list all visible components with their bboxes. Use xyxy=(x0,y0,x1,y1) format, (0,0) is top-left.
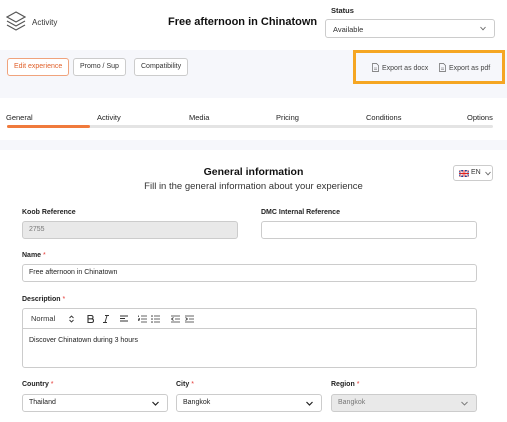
section-title: General information xyxy=(203,166,304,178)
required-marker: * xyxy=(356,381,360,388)
edit-experience-button[interactable]: Edit experience xyxy=(7,58,70,76)
bold-icon[interactable] xyxy=(87,315,94,323)
bullet-list-icon[interactable] xyxy=(151,315,160,323)
format-select[interactable]: Normal xyxy=(31,314,55,323)
chevron-down-icon xyxy=(461,401,468,406)
region-select: Bangkok xyxy=(331,394,477,412)
app-name: Activity xyxy=(32,18,58,27)
separator-band xyxy=(0,140,507,150)
tab-activity[interactable]: Activity xyxy=(97,113,121,122)
underline-icon[interactable] xyxy=(120,315,128,323)
tab-options[interactable]: Options xyxy=(467,113,493,122)
tab-general[interactable]: General xyxy=(6,113,33,122)
export-pdf-label: Export as pdf xyxy=(449,65,491,72)
name-label-text: Name xyxy=(22,252,42,259)
country-label-text: Country xyxy=(22,381,49,388)
ordered-list-icon[interactable] xyxy=(138,315,147,323)
required-marker: * xyxy=(191,381,194,388)
status-value: Available xyxy=(333,25,364,34)
region-label-text: Region xyxy=(331,381,355,388)
required-marker: * xyxy=(43,252,46,259)
rich-text-toolbar: Normal xyxy=(22,308,477,328)
promo-sup-button[interactable]: Promo / Sup xyxy=(73,58,126,76)
dmc-reference-label: DMC Internal Reference xyxy=(261,209,340,216)
italic-icon[interactable] xyxy=(103,315,109,323)
dmc-reference-input[interactable] xyxy=(261,221,477,239)
status-label: Status xyxy=(331,6,354,15)
outdent-icon[interactable] xyxy=(171,315,180,323)
language-code: EN xyxy=(471,169,481,176)
indent-icon[interactable] xyxy=(185,315,194,323)
koob-reference-input: 2755 xyxy=(22,221,238,239)
language-select[interactable]: EN xyxy=(453,165,493,181)
document-icon xyxy=(372,63,379,72)
description-label-text: Description xyxy=(22,296,61,303)
export-docx-label: Export as docx xyxy=(382,65,429,72)
region-label: Region * xyxy=(331,381,359,388)
description-editor[interactable]: Discover Chinatown during 3 hours xyxy=(22,328,477,368)
compatibility-button[interactable]: Compatibility xyxy=(134,58,189,76)
tab-pricing[interactable]: Pricing xyxy=(276,113,299,122)
city-select[interactable]: Bangkok xyxy=(176,394,322,412)
city-label-text: City xyxy=(176,381,190,388)
required-marker: * xyxy=(50,381,54,388)
chevron-down-icon xyxy=(480,26,486,31)
country-value: Thailand xyxy=(29,399,56,406)
description-text: Discover Chinatown during 3 hours xyxy=(29,337,138,344)
city-value: Bangkok xyxy=(183,399,211,406)
document-icon xyxy=(439,63,446,72)
tab-conditions[interactable]: Conditions xyxy=(366,113,401,122)
name-label: Name * xyxy=(22,252,46,259)
updown-icon[interactable] xyxy=(69,315,74,323)
tab-media[interactable]: Media xyxy=(189,113,209,122)
page-title: Free afternoon in Chinatown xyxy=(168,16,318,28)
chevron-down-icon xyxy=(152,401,159,406)
separator-band xyxy=(0,88,507,98)
progress-fill xyxy=(7,125,90,128)
city-label: City * xyxy=(176,381,194,388)
country-label: Country * xyxy=(22,381,54,388)
export-pdf-button[interactable]: Export as pdf xyxy=(439,63,490,72)
status-select[interactable]: Available xyxy=(325,19,495,38)
section-subtitle: Fill in the general information about yo… xyxy=(144,181,363,192)
koob-reference-label: Koob Reference xyxy=(22,209,76,216)
region-value: Bangkok xyxy=(338,399,366,406)
country-select[interactable]: Thailand xyxy=(22,394,168,412)
layers-logo-icon xyxy=(6,11,26,31)
chevron-down-icon xyxy=(485,171,491,176)
required-marker: * xyxy=(62,296,66,303)
description-label: Description * xyxy=(22,296,65,303)
export-docx-button[interactable]: Export as docx xyxy=(372,63,428,72)
uk-flag-icon xyxy=(459,170,469,177)
name-input[interactable]: Free afternoon in Chinatown xyxy=(22,264,477,282)
chevron-down-icon xyxy=(306,401,313,406)
